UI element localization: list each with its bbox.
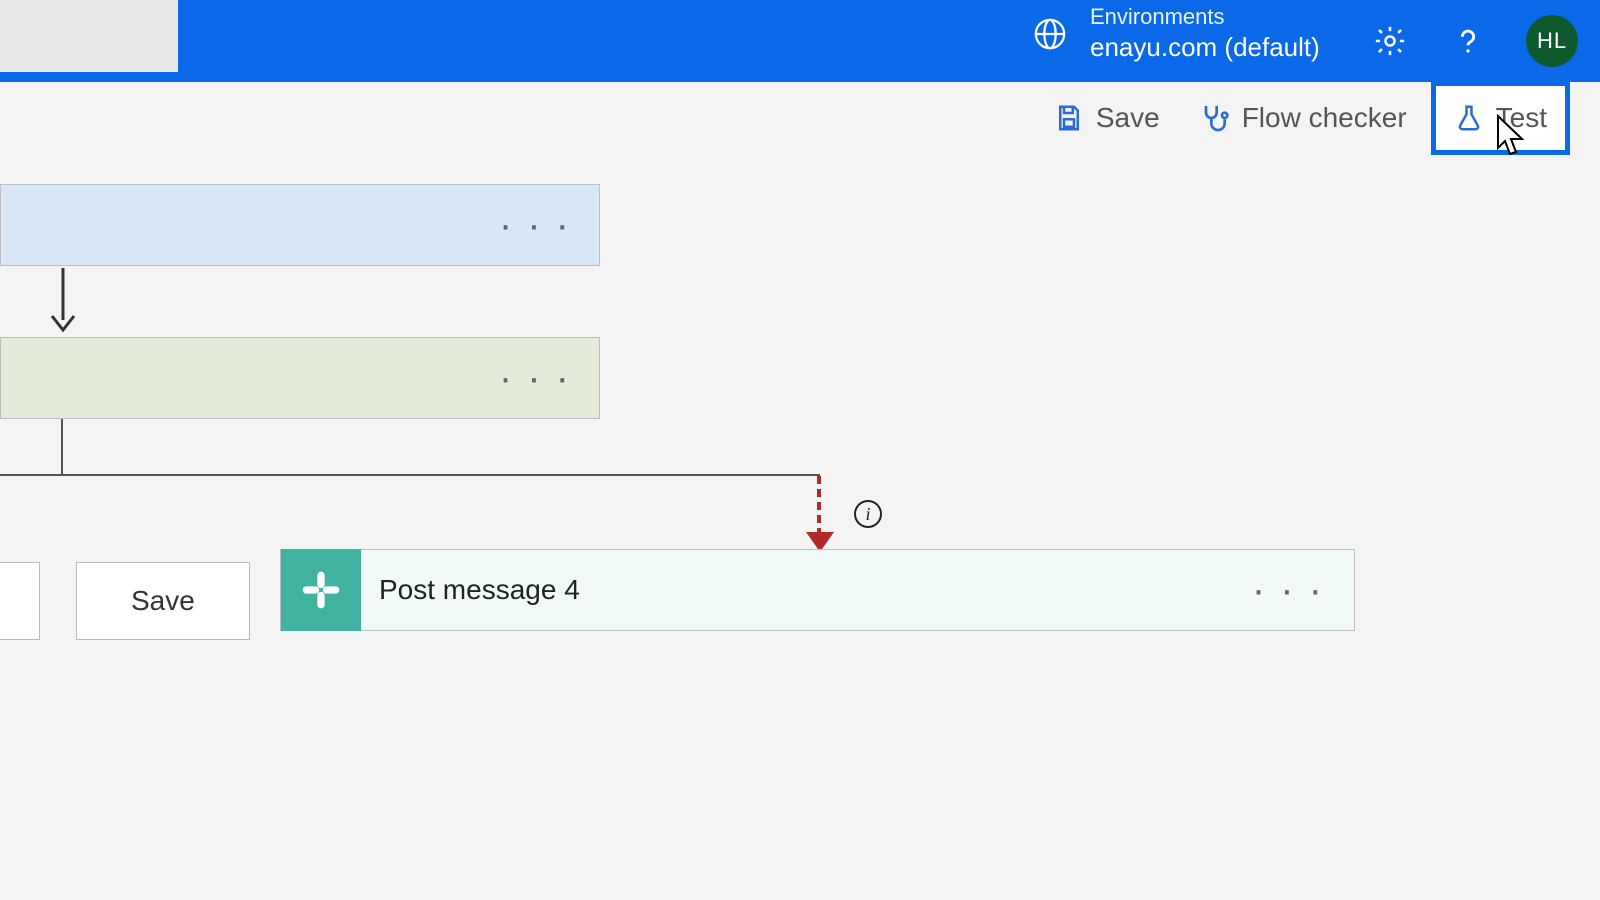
beaker-icon [1454, 103, 1484, 133]
app-header: Environments enayu.com (default) HL [0, 0, 1600, 82]
action-card-title: Post message 4 [379, 574, 1252, 606]
avatar-initials: HL [1537, 28, 1567, 54]
flow-canvas[interactable]: · · · · · · i Post message 4 · · · Save [0, 154, 1600, 780]
test-button-label: Test [1496, 102, 1547, 134]
info-icon[interactable]: i [854, 500, 882, 528]
flow-step-card[interactable]: · · · [0, 184, 600, 266]
slack-icon [281, 549, 361, 631]
globe-icon [1030, 14, 1070, 54]
save-icon [1054, 103, 1084, 133]
help-button[interactable] [1448, 21, 1488, 61]
footer-save-label: Save [131, 585, 195, 616]
save-button[interactable]: Save [1040, 96, 1174, 140]
flow-checker-label: Flow checker [1242, 102, 1407, 134]
footer-button-partial[interactable] [0, 562, 40, 640]
stethoscope-icon [1198, 102, 1230, 134]
connector-dashed-line [817, 476, 821, 536]
flow-step-card[interactable]: · · · [0, 337, 600, 419]
connector-line [61, 419, 63, 475]
footer-actions: Save [0, 562, 250, 640]
question-icon [1451, 24, 1485, 58]
test-button[interactable]: Test [1431, 81, 1570, 155]
search-input[interactable] [0, 0, 178, 72]
arrow-down-icon [48, 268, 78, 334]
flow-action-card[interactable]: Post message 4 · · · [280, 549, 1355, 631]
footer-save-button[interactable]: Save [76, 562, 250, 640]
user-avatar[interactable]: HL [1526, 15, 1578, 67]
save-button-label: Save [1096, 102, 1160, 134]
connector-line [0, 474, 820, 476]
environment-picker[interactable]: Environments enayu.com (default) [1030, 4, 1320, 63]
flow-checker-button[interactable]: Flow checker [1184, 96, 1421, 140]
gear-icon [1373, 24, 1407, 58]
settings-button[interactable] [1370, 21, 1410, 61]
editor-toolbar: Save Flow checker Test [0, 82, 1600, 154]
environment-name: enayu.com (default) [1090, 32, 1320, 63]
environment-label: Environments [1090, 4, 1320, 30]
